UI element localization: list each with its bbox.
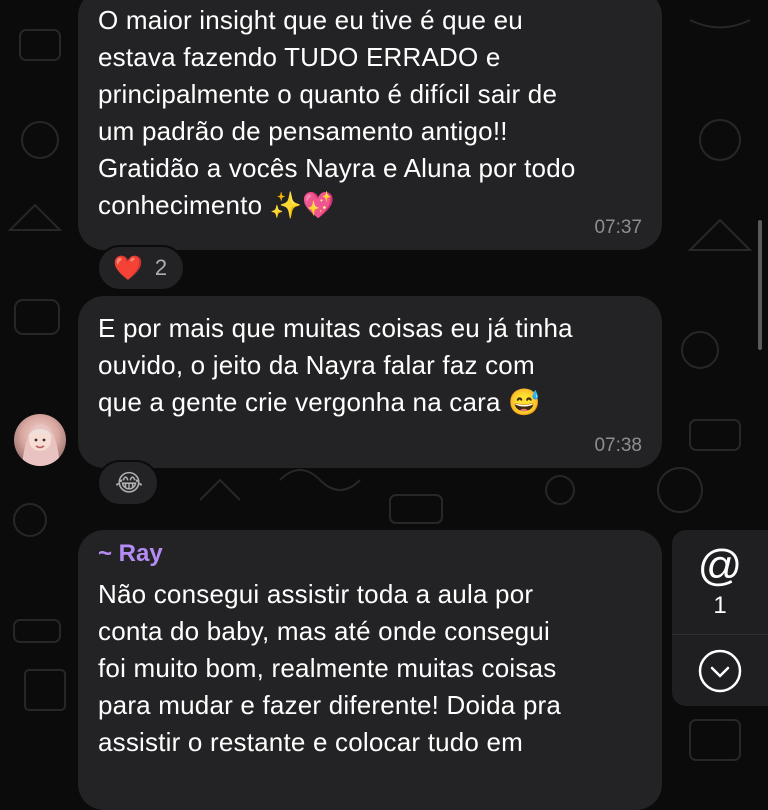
message-text: Não consegui assistir toda a aula por co… xyxy=(98,579,562,757)
chevron-down-icon xyxy=(698,649,742,693)
message-bubble-2[interactable]: E por mais que muitas coisas eu já tinha… xyxy=(78,296,662,468)
scroll-down-button[interactable] xyxy=(672,634,768,707)
reaction-count: 2 xyxy=(154,255,168,280)
message-bubble-3[interactable]: ~ Ray Não consegui assistir toda a aula … xyxy=(78,530,662,810)
sender-name[interactable]: ~ Ray xyxy=(98,540,642,568)
reaction-chip[interactable]: ❤️ 2 xyxy=(97,245,185,291)
mention-button[interactable]: @ 1 xyxy=(672,530,768,634)
heart-icon: ❤️ xyxy=(113,254,143,282)
reaction-chip[interactable]: 😂 xyxy=(97,460,159,506)
message-time: 07:38 xyxy=(594,435,642,456)
message-text: O maior insight que eu tive é que eu est… xyxy=(98,5,576,220)
message-text: E por mais que muitas coisas eu já tinha… xyxy=(98,313,573,417)
message-bubble-1[interactable]: O maior insight que eu tive é que eu est… xyxy=(78,0,662,250)
floating-nav-panel: @ 1 xyxy=(672,530,768,706)
scrollbar[interactable] xyxy=(758,220,762,350)
joy-icon: 😂 xyxy=(115,469,144,497)
message-time: 07:37 xyxy=(594,217,642,238)
mention-count: 1 xyxy=(713,592,727,619)
avatar[interactable] xyxy=(14,414,66,466)
mention-icon: @ xyxy=(697,541,743,590)
